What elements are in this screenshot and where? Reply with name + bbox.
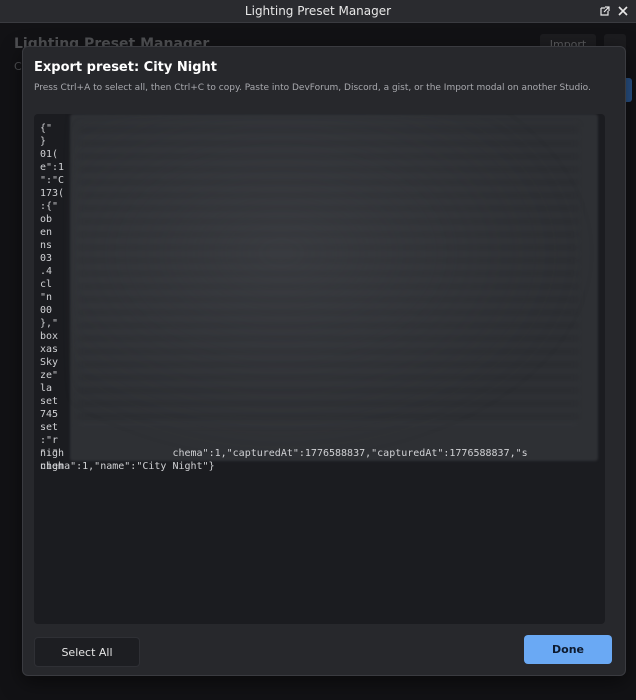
- modal-title: Export preset: City Night: [34, 60, 218, 75]
- window-title: Lighting Preset Manager: [244, 4, 392, 18]
- done-button[interactable]: Done: [524, 635, 612, 664]
- redacted-blur-glow: [70, 114, 598, 461]
- window-controls: [598, 0, 630, 22]
- json-textarea[interactable]: {"} 01(e":1 ":"C 173(:{" ob en ns 03.4 cl "n 00},"…: [34, 114, 605, 624]
- json-tail-line-2: chema":1,"name":"City Night"}: [40, 461, 215, 472]
- window-titlebar: Lighting Preset Manager: [0, 0, 636, 23]
- json-tail-line-1: nigh chema":1,"capturedAt":1776588837,"c…: [40, 448, 528, 459]
- close-icon[interactable]: [616, 4, 630, 18]
- modal-description: Press Ctrl+A to select all, then Ctrl+C …: [34, 83, 591, 93]
- popout-icon[interactable]: [598, 4, 612, 18]
- export-modal: Export preset: City Night Press Ctrl+A t…: [22, 46, 626, 676]
- select-all-button[interactable]: Select All: [34, 637, 140, 667]
